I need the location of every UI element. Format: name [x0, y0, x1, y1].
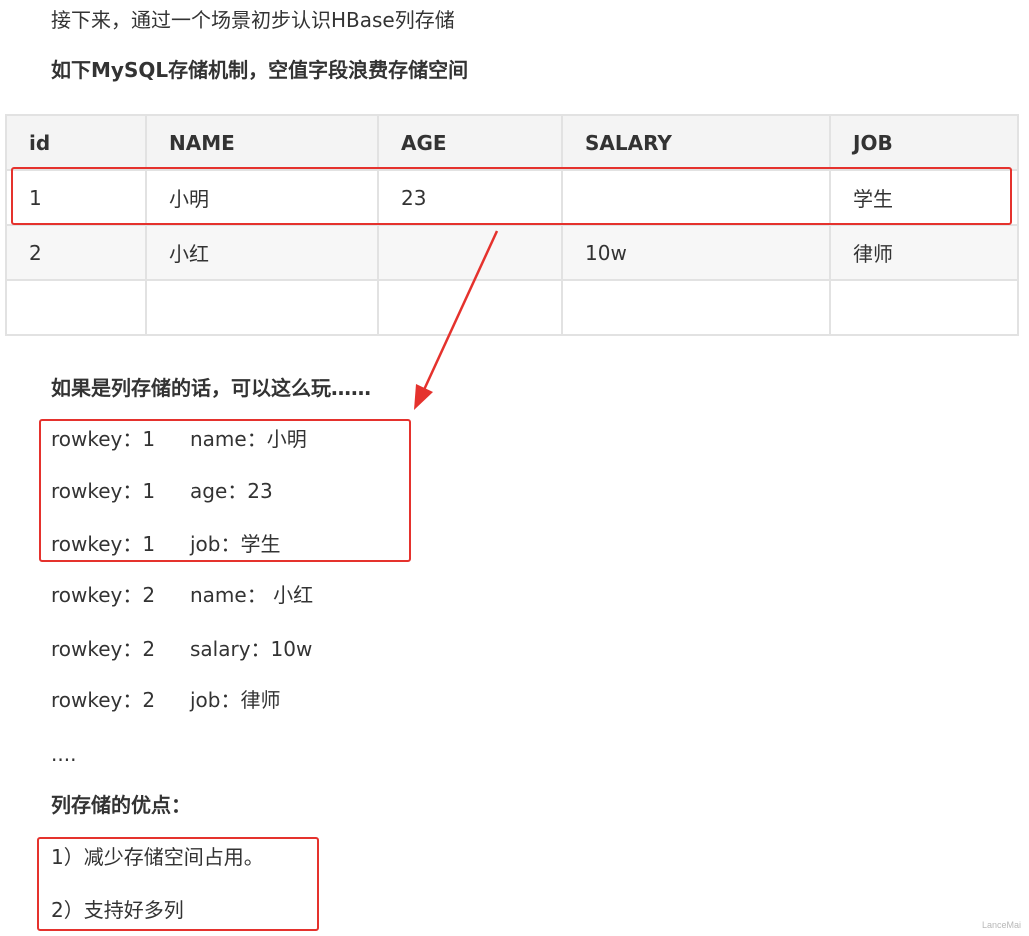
table-cell [377, 279, 563, 336]
column-value: name： 小红 [190, 583, 314, 607]
advantages-heading: 列存储的优点： [51, 793, 191, 817]
table-cell [561, 279, 831, 336]
column-value: salary：10w [190, 637, 313, 661]
intro-text: 接下来，通过一个场景初步认识HBase列存储 [51, 8, 455, 32]
column-group-highlight-box [39, 419, 411, 562]
arrow-head [414, 384, 433, 410]
mysql-table: id NAME AGE SALARY JOB 1 小明 23 学生 2 小红 1… [5, 114, 1019, 336]
table-cell: 10w [561, 224, 831, 281]
table-cell [829, 279, 1019, 336]
kv-line: rowkey：2 salary：10w [51, 635, 312, 663]
rowkey-label: rowkey：2 [51, 583, 156, 607]
column-header-id: id [5, 114, 147, 171]
mysql-heading: 如下MySQL存储机制，空值字段浪费存储空间 [51, 58, 469, 82]
ellipsis-text: .... [51, 742, 77, 766]
advantages-highlight-box [37, 837, 319, 931]
column-header-age: AGE [377, 114, 563, 171]
table-cell: 小红 [145, 224, 379, 281]
table-row: 2 小红 10w 律师 [5, 224, 1019, 281]
column-header-name: NAME [145, 114, 379, 171]
rowkey-label: rowkey：2 [51, 688, 156, 712]
table-cell: 2 [5, 224, 147, 281]
document-page: 接下来，通过一个场景初步认识HBase列存储 如下MySQL存储机制，空值字段浪… [0, 0, 1029, 936]
row-highlight-box [11, 167, 1012, 225]
table-cell: 律师 [829, 224, 1019, 281]
table-header-row: id NAME AGE SALARY JOB [5, 114, 1019, 171]
table-row [5, 279, 1019, 336]
column-value: job：律师 [190, 688, 281, 712]
table-cell [145, 279, 379, 336]
column-header-salary: SALARY [561, 114, 831, 171]
table-cell [377, 224, 563, 281]
kv-line: rowkey：2 name： 小红 [51, 581, 313, 609]
column-header-job: JOB [829, 114, 1019, 171]
kv-line: rowkey：2 job：律师 [51, 686, 281, 714]
column-storage-heading: 如果是列存储的话，可以这么玩…… [51, 376, 371, 400]
table-cell [5, 279, 147, 336]
watermark: LanceMai [981, 920, 1021, 930]
rowkey-label: rowkey：2 [51, 637, 156, 661]
